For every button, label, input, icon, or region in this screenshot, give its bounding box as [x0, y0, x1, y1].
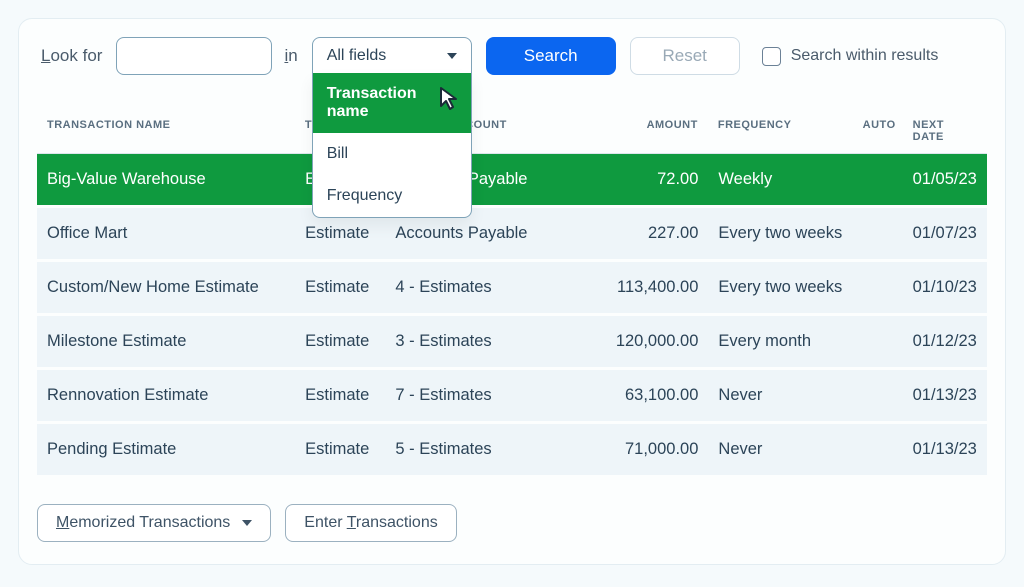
- cell-freq: Every month: [708, 316, 853, 367]
- cell-auto: [853, 370, 902, 421]
- cell-name: Big-Value Warehouse: [37, 154, 295, 205]
- cell-next: 01/07/23: [903, 208, 987, 259]
- cell-amt: 227.00: [587, 208, 709, 259]
- cell-name: Rennovation Estimate: [37, 370, 295, 421]
- field-select-value: All fields: [327, 47, 387, 65]
- cell-freq: Never: [708, 370, 853, 421]
- cell-src: 7 - Estimates: [385, 370, 587, 421]
- transactions-table: TRANSACTION NAME TYPE SOURCE ACCOUNT AMO…: [37, 111, 987, 478]
- cell-next: 01/13/23: [903, 370, 987, 421]
- search-within-wrap: Search within results: [762, 47, 939, 66]
- cell-auto: [853, 424, 902, 475]
- cell-freq: Weekly: [708, 154, 853, 205]
- cell-next: 01/13/23: [903, 424, 987, 475]
- table-row[interactable]: Rennovation EstimateEstimate7 - Estimate…: [37, 370, 987, 424]
- cell-name: Pending Estimate: [37, 424, 295, 475]
- field-select[interactable]: All fields: [312, 37, 472, 75]
- table-row[interactable]: Milestone EstimateEstimate3 - Estimates1…: [37, 316, 987, 370]
- reset-button[interactable]: Reset: [630, 37, 740, 75]
- chevron-down-icon: [242, 520, 252, 526]
- memorized-transactions-panel: Look for in All fields Transaction nameB…: [18, 18, 1006, 565]
- col-transaction-name[interactable]: TRANSACTION NAME: [37, 111, 295, 153]
- cell-src: 5 - Estimates: [385, 424, 587, 475]
- col-frequency[interactable]: FREQUENCY: [708, 111, 853, 153]
- cell-next: 01/10/23: [903, 262, 987, 313]
- dropdown-option[interactable]: Transaction name: [313, 73, 471, 133]
- cell-amt: 120,000.00: [587, 316, 709, 367]
- cell-amt: 71,000.00: [587, 424, 709, 475]
- col-auto[interactable]: AUTO: [853, 111, 903, 153]
- cell-amt: 72.00: [587, 154, 709, 205]
- field-select-wrap: All fields Transaction nameBillFrequency: [312, 37, 472, 75]
- in-label: in: [284, 46, 297, 66]
- table-row[interactable]: Custom/New Home EstimateEstimate4 - Esti…: [37, 262, 987, 316]
- cell-auto: [853, 316, 902, 367]
- dropdown-option[interactable]: Bill: [313, 133, 471, 175]
- cell-type: Estimate: [295, 424, 385, 475]
- cell-auto: [853, 208, 902, 259]
- table-row[interactable]: Big-Value WarehouseEstimateAccounts Paya…: [37, 154, 987, 208]
- cell-type: Estimate: [295, 262, 385, 313]
- search-within-label: Search within results: [791, 47, 939, 65]
- table-body: Big-Value WarehouseEstimateAccounts Paya…: [37, 154, 987, 478]
- memorized-transactions-button[interactable]: Memorized Transactions: [37, 504, 271, 542]
- col-next-date[interactable]: NEXT DATE: [903, 111, 987, 153]
- look-for-label: Look for: [41, 46, 102, 66]
- cell-next: 01/12/23: [903, 316, 987, 367]
- cell-freq: Every two weeks: [708, 262, 853, 313]
- cell-src: 3 - Estimates: [385, 316, 587, 367]
- dropdown-option[interactable]: Frequency: [313, 175, 471, 217]
- field-select-dropdown: Transaction nameBillFrequency: [312, 73, 472, 218]
- table-row[interactable]: Office MartEstimateAccounts Payable227.0…: [37, 208, 987, 262]
- search-within-checkbox[interactable]: [762, 47, 781, 66]
- search-button[interactable]: Search: [486, 37, 616, 75]
- cell-type: Estimate: [295, 316, 385, 367]
- footer-actions: Memorized Transactions Enter Transaction…: [37, 504, 987, 542]
- cell-amt: 63,100.00: [587, 370, 709, 421]
- cell-freq: Every two weeks: [708, 208, 853, 259]
- cell-freq: Never: [708, 424, 853, 475]
- cell-type: Estimate: [295, 370, 385, 421]
- cell-auto: [853, 262, 902, 313]
- col-amount[interactable]: AMOUNT: [586, 111, 707, 153]
- enter-transactions-button[interactable]: Enter Transactions: [285, 504, 456, 542]
- cell-amt: 113,400.00: [587, 262, 709, 313]
- cell-auto: [853, 154, 902, 205]
- cell-next: 01/05/23: [903, 154, 987, 205]
- search-bar: Look for in All fields Transaction nameB…: [37, 37, 987, 81]
- table-header: TRANSACTION NAME TYPE SOURCE ACCOUNT AMO…: [37, 111, 987, 154]
- look-for-input[interactable]: [116, 37, 272, 75]
- chevron-down-icon: [447, 53, 457, 59]
- table-row[interactable]: Pending EstimateEstimate5 - Estimates71,…: [37, 424, 987, 478]
- cell-src: 4 - Estimates: [385, 262, 587, 313]
- cursor-icon: [438, 86, 462, 115]
- cell-name: Office Mart: [37, 208, 295, 259]
- cell-name: Custom/New Home Estimate: [37, 262, 295, 313]
- cell-name: Milestone Estimate: [37, 316, 295, 367]
